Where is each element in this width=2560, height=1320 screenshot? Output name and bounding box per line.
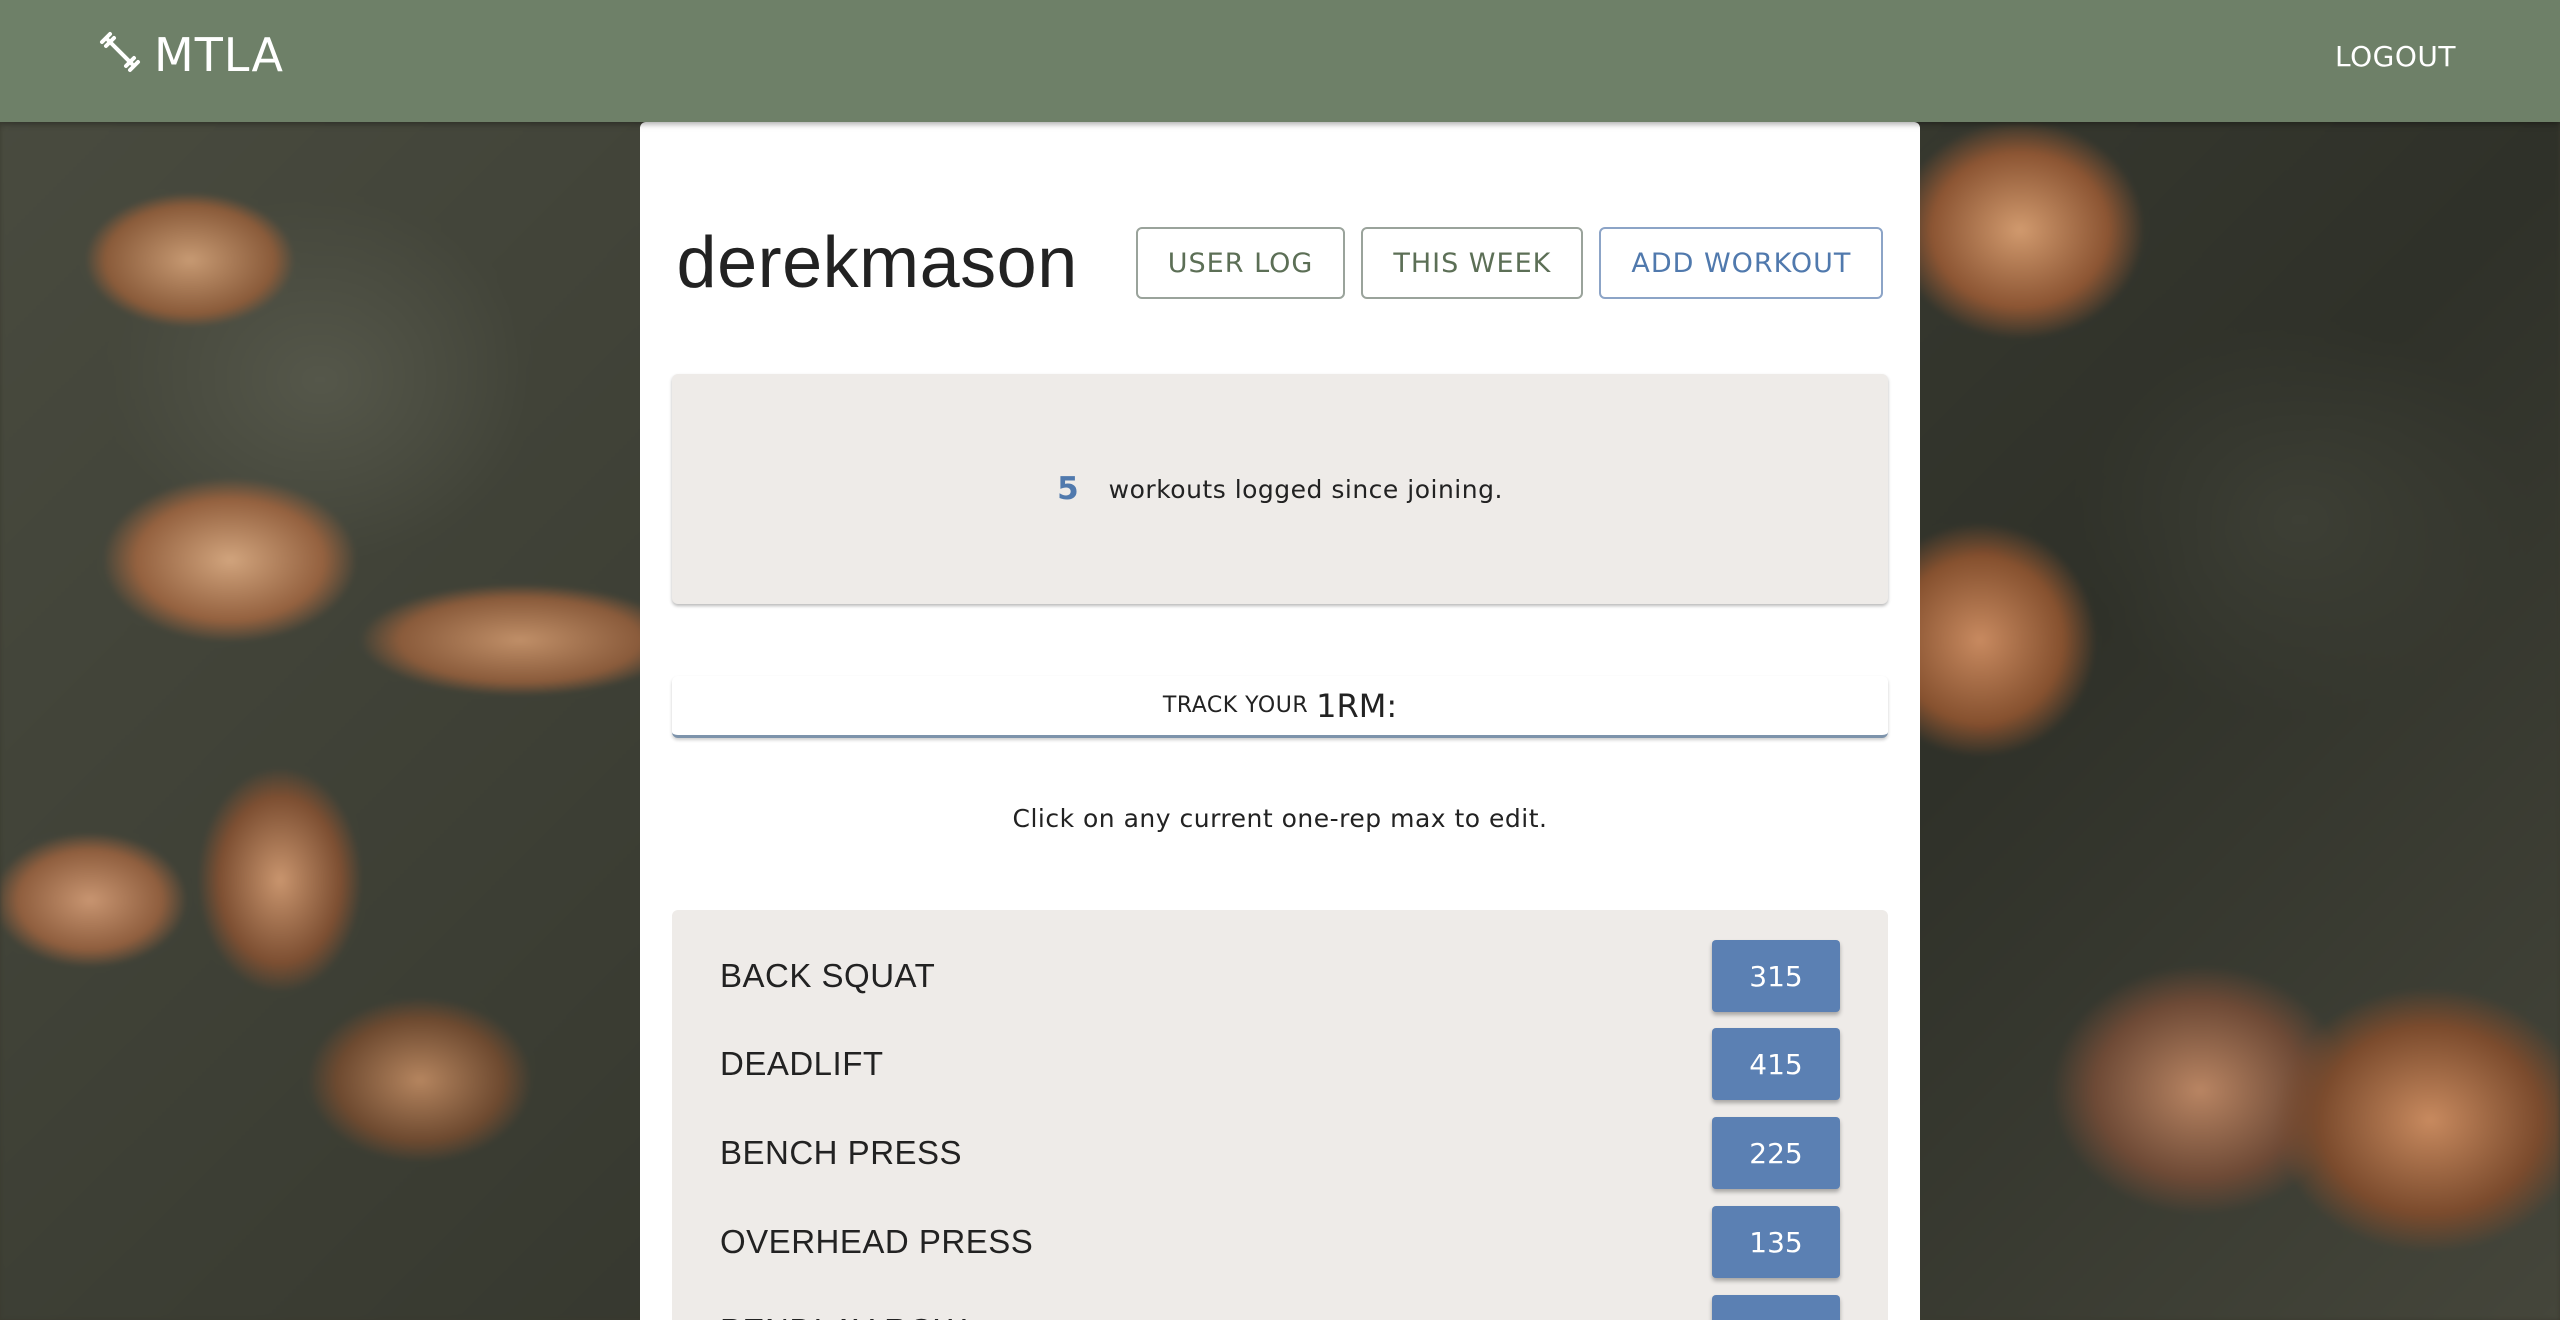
list-item: BENCH PRESS 225 (672, 1117, 1888, 1189)
edit-hint: Click on any current one-rep max to edit… (1012, 804, 1548, 833)
profile-header: derekmason USER LOG THIS WEEK ADD WORKOU… (640, 222, 1920, 304)
lift-max-button[interactable]: 315 (1712, 940, 1840, 1012)
lift-max-button[interactable]: 225 (1712, 1117, 1840, 1189)
brand-title: MTLA (154, 28, 284, 82)
username-heading: derekmason (676, 223, 1078, 303)
app-bar: MTLA LOGOUT (0, 0, 2560, 122)
list-item: BACK SQUAT 315 (672, 940, 1888, 1012)
lift-max-button[interactable]: 135 (1712, 1206, 1840, 1278)
track-label-small: TRACK YOUR (1162, 693, 1309, 718)
this-week-button[interactable]: THIS WEEK (1361, 227, 1584, 299)
logout-button[interactable]: LOGOUT (2335, 40, 2456, 73)
workouts-count-panel: 5 workouts logged since joining. (672, 374, 1888, 604)
list-item: PENDLAY ROW 225 (672, 1295, 1888, 1320)
list-item: DEADLIFT 415 (672, 1028, 1888, 1100)
lift-max-button[interactable]: 225 (1712, 1295, 1840, 1320)
track-1rm-header: TRACK YOUR 1RM: (672, 676, 1888, 738)
workouts-count-text: workouts logged since joining. (1108, 474, 1503, 504)
brand-link[interactable]: MTLA (98, 28, 284, 82)
lift-name: DEADLIFT (720, 1045, 884, 1082)
profile-card: derekmason USER LOG THIS WEEK ADD WORKOU… (640, 122, 1920, 1320)
lift-name: BACK SQUAT (720, 957, 936, 994)
track-label-big: 1RM: (1316, 686, 1398, 725)
user-log-button[interactable]: USER LOG (1135, 227, 1346, 299)
dumbbell-icon (100, 32, 140, 72)
lift-name: OVERHEAD PRESS (720, 1223, 1034, 1260)
lift-max-button[interactable]: 415 (1712, 1028, 1840, 1100)
add-workout-button[interactable]: ADD WORKOUT (1599, 227, 1884, 299)
list-item: OVERHEAD PRESS 135 (672, 1206, 1888, 1278)
lift-name: BENCH PRESS (720, 1134, 963, 1171)
lift-name: PENDLAY ROW (720, 1312, 966, 1320)
lifts-list: BACK SQUAT 315 DEADLIFT 415 BENCH PRESS … (672, 910, 1888, 1320)
workouts-count: 5 (1057, 471, 1079, 507)
